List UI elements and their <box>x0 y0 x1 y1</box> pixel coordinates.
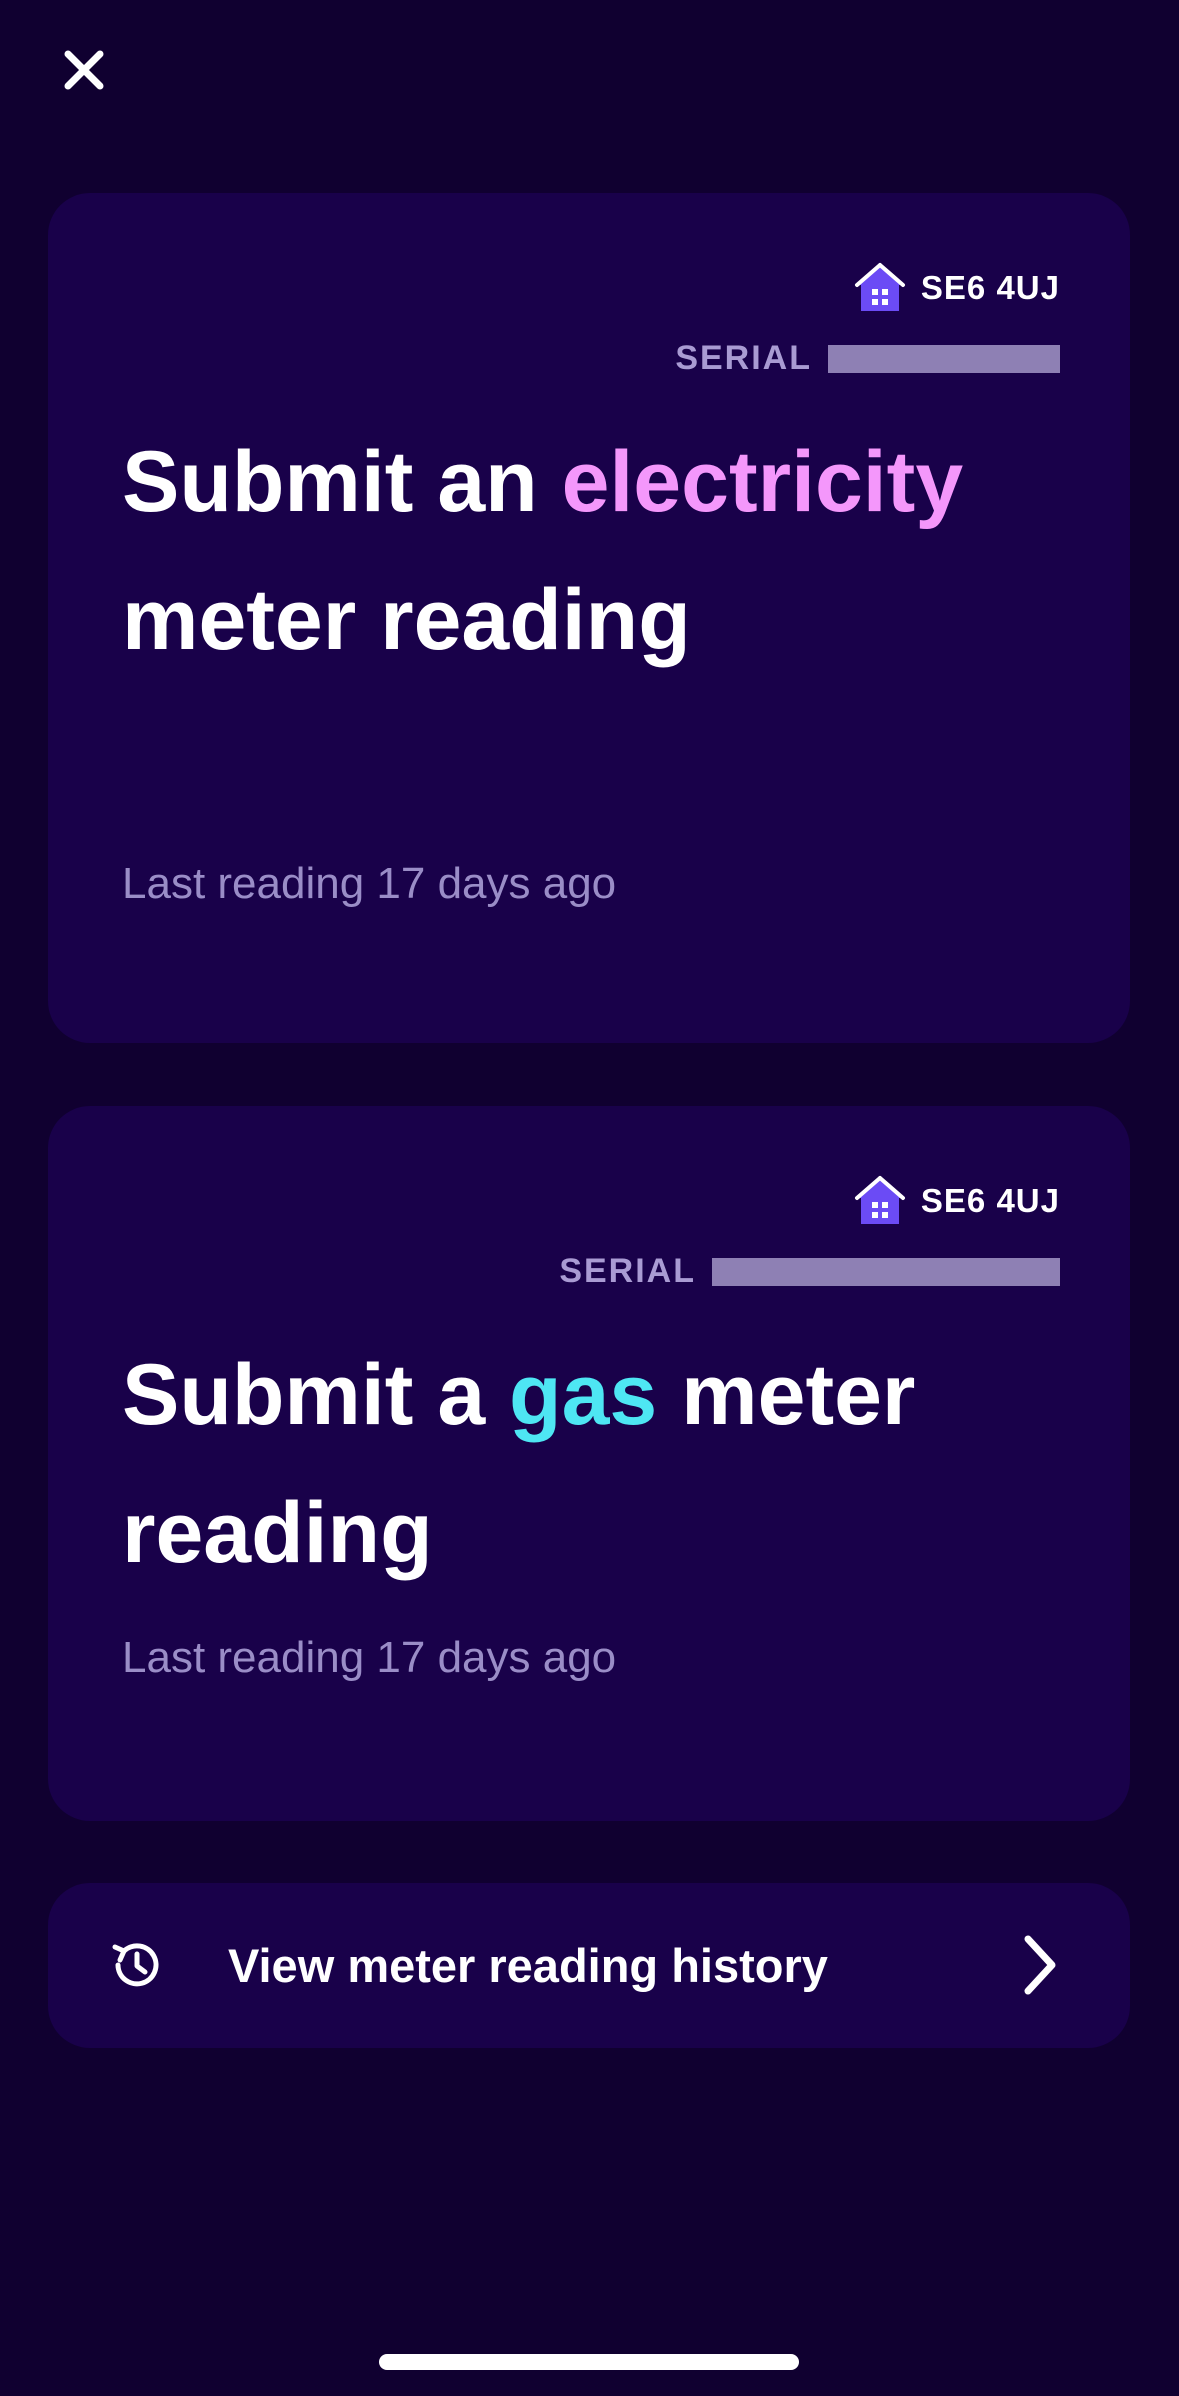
postcode: SE6 4UJ <box>920 269 1060 306</box>
title-accent: electricity <box>561 434 964 530</box>
chevron-right-icon <box>1024 1935 1056 1995</box>
close-icon <box>64 50 104 90</box>
serial-redacted <box>828 344 1060 373</box>
meter-readings-screen: SE6 4UJ SERIAL Submit an electricity met… <box>0 0 1179 2396</box>
card-title: Submit a gas meter reading <box>122 1326 1070 1602</box>
house-icon <box>854 263 905 311</box>
house-icon <box>854 1176 905 1224</box>
last-reading-text: Last reading 17 days ago <box>122 859 617 908</box>
serial-row: SERIAL <box>559 1252 1060 1291</box>
card-title: Submit an electricity meter reading <box>122 413 1070 689</box>
title-text: meter reading <box>122 572 691 668</box>
address-row: SE6 4UJ <box>853 261 1060 315</box>
title-accent: gas <box>509 1347 658 1443</box>
close-button[interactable] <box>50 36 118 104</box>
history-icon <box>112 1943 159 1987</box>
meter-history-button[interactable]: View meter reading history <box>48 1883 1130 2048</box>
gas-reading-card[interactable]: SE6 4UJ SERIAL Submit a gas meter readin… <box>48 1106 1130 1821</box>
electricity-reading-card[interactable]: SE6 4UJ SERIAL Submit an electricity met… <box>48 193 1130 1043</box>
address-row: SE6 4UJ <box>853 1174 1060 1228</box>
serial-label: SERIAL <box>675 339 812 377</box>
history-label: View meter reading history <box>228 1939 828 1992</box>
postcode: SE6 4UJ <box>920 1182 1060 1219</box>
serial-redacted <box>712 1257 1060 1286</box>
home-indicator <box>379 2354 799 2370</box>
serial-label: SERIAL <box>559 1252 696 1290</box>
last-reading-text: Last reading 17 days ago <box>122 1633 617 1682</box>
title-text: Submit an <box>122 434 562 530</box>
title-text: Submit a <box>122 1347 510 1443</box>
serial-row: SERIAL <box>675 339 1060 378</box>
